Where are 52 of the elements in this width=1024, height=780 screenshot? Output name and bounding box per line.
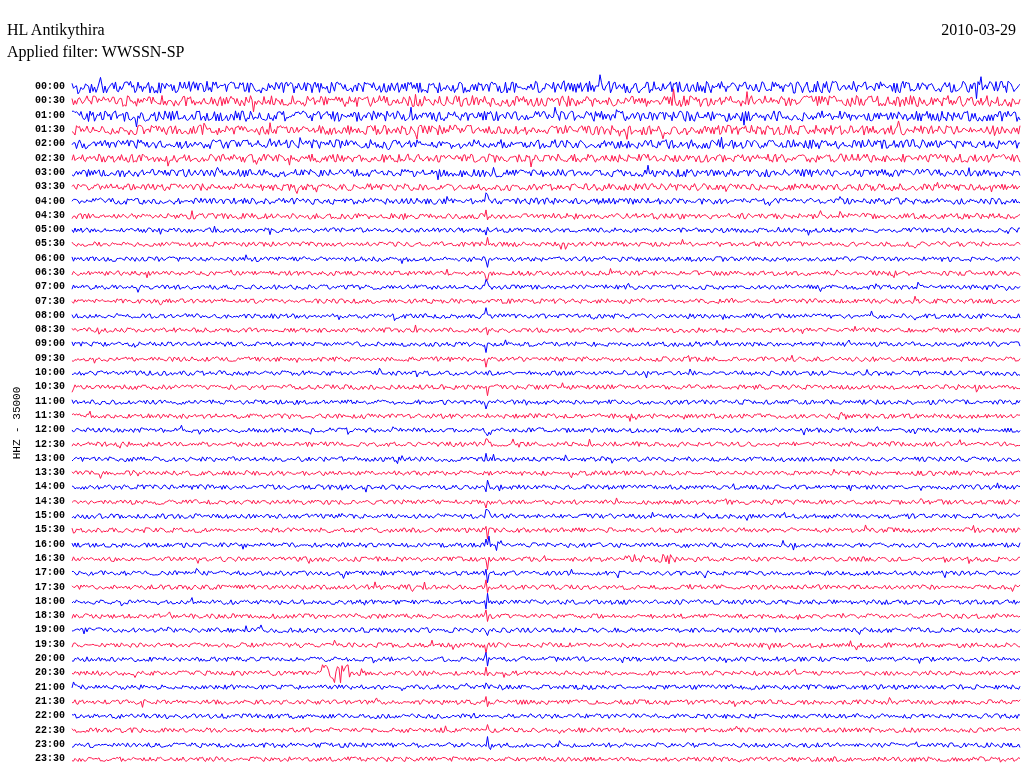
time-label: 03:00 [34, 166, 66, 179]
time-label: 13:00 [34, 452, 66, 465]
time-label: 08:30 [34, 324, 66, 337]
time-label: 16:30 [34, 552, 66, 565]
time-label: 01:00 [34, 109, 66, 122]
channel-label: HHZ - 35000 [11, 386, 23, 460]
time-label: 23:30 [34, 753, 66, 766]
time-label: 06:00 [34, 252, 66, 265]
time-label: 17:30 [34, 581, 66, 594]
time-label: 05:30 [34, 238, 66, 251]
time-label: 07:00 [34, 281, 66, 294]
time-label: 21:00 [34, 681, 66, 694]
time-label: 01:30 [34, 124, 66, 137]
time-label: 00:00 [34, 81, 66, 94]
time-label: 13:30 [34, 467, 66, 480]
time-label: 08:00 [34, 309, 66, 322]
time-label: 04:30 [34, 209, 66, 222]
time-label: 19:30 [34, 638, 66, 651]
time-label: 02:00 [34, 138, 66, 151]
time-label: 12:30 [34, 438, 66, 451]
time-label: 03:30 [34, 181, 66, 194]
time-label: 18:00 [34, 595, 66, 608]
time-label: 11:30 [34, 409, 66, 422]
time-label: 19:00 [34, 624, 66, 637]
date-label: 2010-03-29 [941, 20, 1016, 40]
station-title: HL Antikythira [7, 20, 105, 41]
time-label: 11:00 [34, 395, 66, 408]
time-label: 20:30 [34, 667, 66, 680]
time-label: 09:00 [34, 338, 66, 351]
time-label: 22:30 [34, 724, 66, 737]
time-label: 15:00 [34, 510, 66, 523]
time-label: 00:30 [34, 95, 66, 108]
time-label: 05:00 [34, 224, 66, 237]
filter-label: Applied filter: WWSSN-SP [7, 42, 186, 63]
time-label: 09:30 [34, 352, 66, 365]
time-label: 21:30 [34, 695, 66, 708]
time-label: 02:30 [34, 152, 66, 165]
time-label: 14:00 [34, 481, 66, 494]
time-label: 12:00 [34, 424, 66, 437]
time-label: 23:00 [34, 738, 66, 751]
time-label: 15:30 [34, 524, 66, 537]
time-label: 07:30 [34, 295, 66, 308]
time-label: 10:30 [34, 381, 66, 394]
time-label: 06:30 [34, 267, 66, 279]
time-label: 18:30 [34, 610, 66, 623]
time-label: 22:00 [34, 710, 66, 723]
time-label: 14:30 [34, 495, 66, 508]
time-label: 20:00 [34, 653, 66, 665]
time-label: 17:00 [34, 567, 66, 580]
time-label: 04:00 [34, 195, 66, 208]
time-label: 16:00 [34, 538, 66, 551]
time-label: 10:00 [34, 367, 66, 380]
